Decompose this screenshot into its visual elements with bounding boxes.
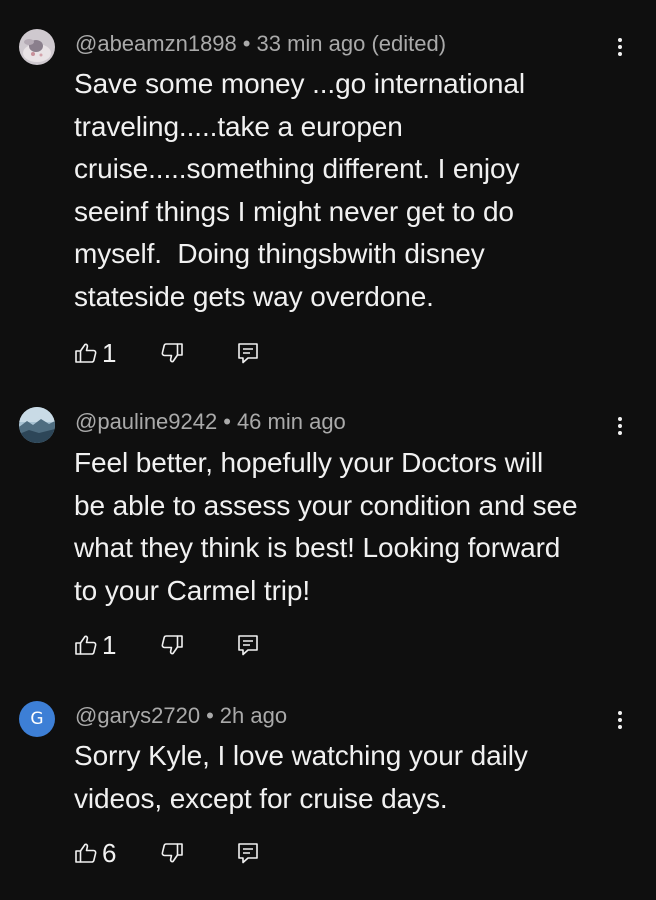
avatar-letter: G — [30, 709, 44, 729]
comment-text: Feel better, hopefully your Doctors will… — [74, 447, 578, 606]
comment-timestamp: 46 min ago — [236, 409, 346, 434]
reply-button[interactable] — [236, 338, 260, 368]
thumbs-up-icon — [75, 843, 97, 863]
comment-timestamp: 2h ago — [219, 703, 288, 728]
thumbs-up-icon — [75, 635, 97, 655]
reply-button[interactable] — [236, 838, 260, 868]
dislike-button[interactable] — [160, 338, 184, 368]
like-count: 6 — [102, 838, 117, 868]
dislike-button[interactable] — [160, 630, 184, 660]
comment-actions: 1 — [74, 338, 274, 368]
thumbs-down-icon — [161, 343, 183, 363]
comment-text: Sorry Kyle, I love watching your daily v… — [74, 740, 528, 814]
meta-separator: • — [206, 703, 214, 728]
reply-comment-icon — [238, 343, 258, 364]
like-button[interactable]: 1 — [74, 338, 116, 368]
dislike-button[interactable] — [160, 838, 184, 868]
comment-actions: 6 — [74, 838, 274, 868]
reply-comment-icon — [238, 843, 258, 864]
comment-author[interactable]: @garys2720 — [75, 703, 200, 728]
reply-button[interactable] — [236, 630, 260, 660]
thumbs-down-icon — [161, 635, 183, 655]
comment-actions: 1 — [74, 630, 274, 660]
meta-separator: • — [242, 31, 251, 56]
avatar[interactable] — [19, 29, 55, 65]
like-count: 1 — [102, 630, 117, 660]
photo-avatar-icon — [19, 29, 55, 65]
comment-meta: @pauline9242 • 46 min ago — [75, 409, 346, 435]
avatar[interactable] — [19, 407, 55, 443]
comment-author[interactable]: @pauline9242 — [75, 409, 217, 434]
more-vertical-icon[interactable] — [608, 705, 632, 735]
meta-separator: • — [223, 409, 231, 434]
comment-text: Save some money ...go international trav… — [74, 68, 525, 312]
like-count: 1 — [102, 338, 117, 368]
like-button[interactable]: 1 — [74, 630, 116, 660]
thumbs-up-icon — [75, 343, 97, 363]
more-vertical-icon[interactable] — [608, 32, 632, 62]
comment-meta: @garys2720 • 2h ago — [75, 703, 287, 729]
comment-timestamp: 33 min ago (edited) — [256, 31, 447, 56]
landscape-avatar-icon — [19, 407, 55, 443]
comment-author[interactable]: @abeamzn1898 — [75, 31, 237, 56]
comment-meta: @abeamzn1898 • 33 min ago (edited) — [75, 31, 446, 57]
like-button[interactable]: 6 — [74, 838, 116, 868]
avatar[interactable]: G — [19, 701, 55, 737]
more-vertical-icon[interactable] — [608, 411, 632, 441]
reply-comment-icon — [238, 635, 258, 656]
thumbs-down-icon — [161, 843, 183, 863]
